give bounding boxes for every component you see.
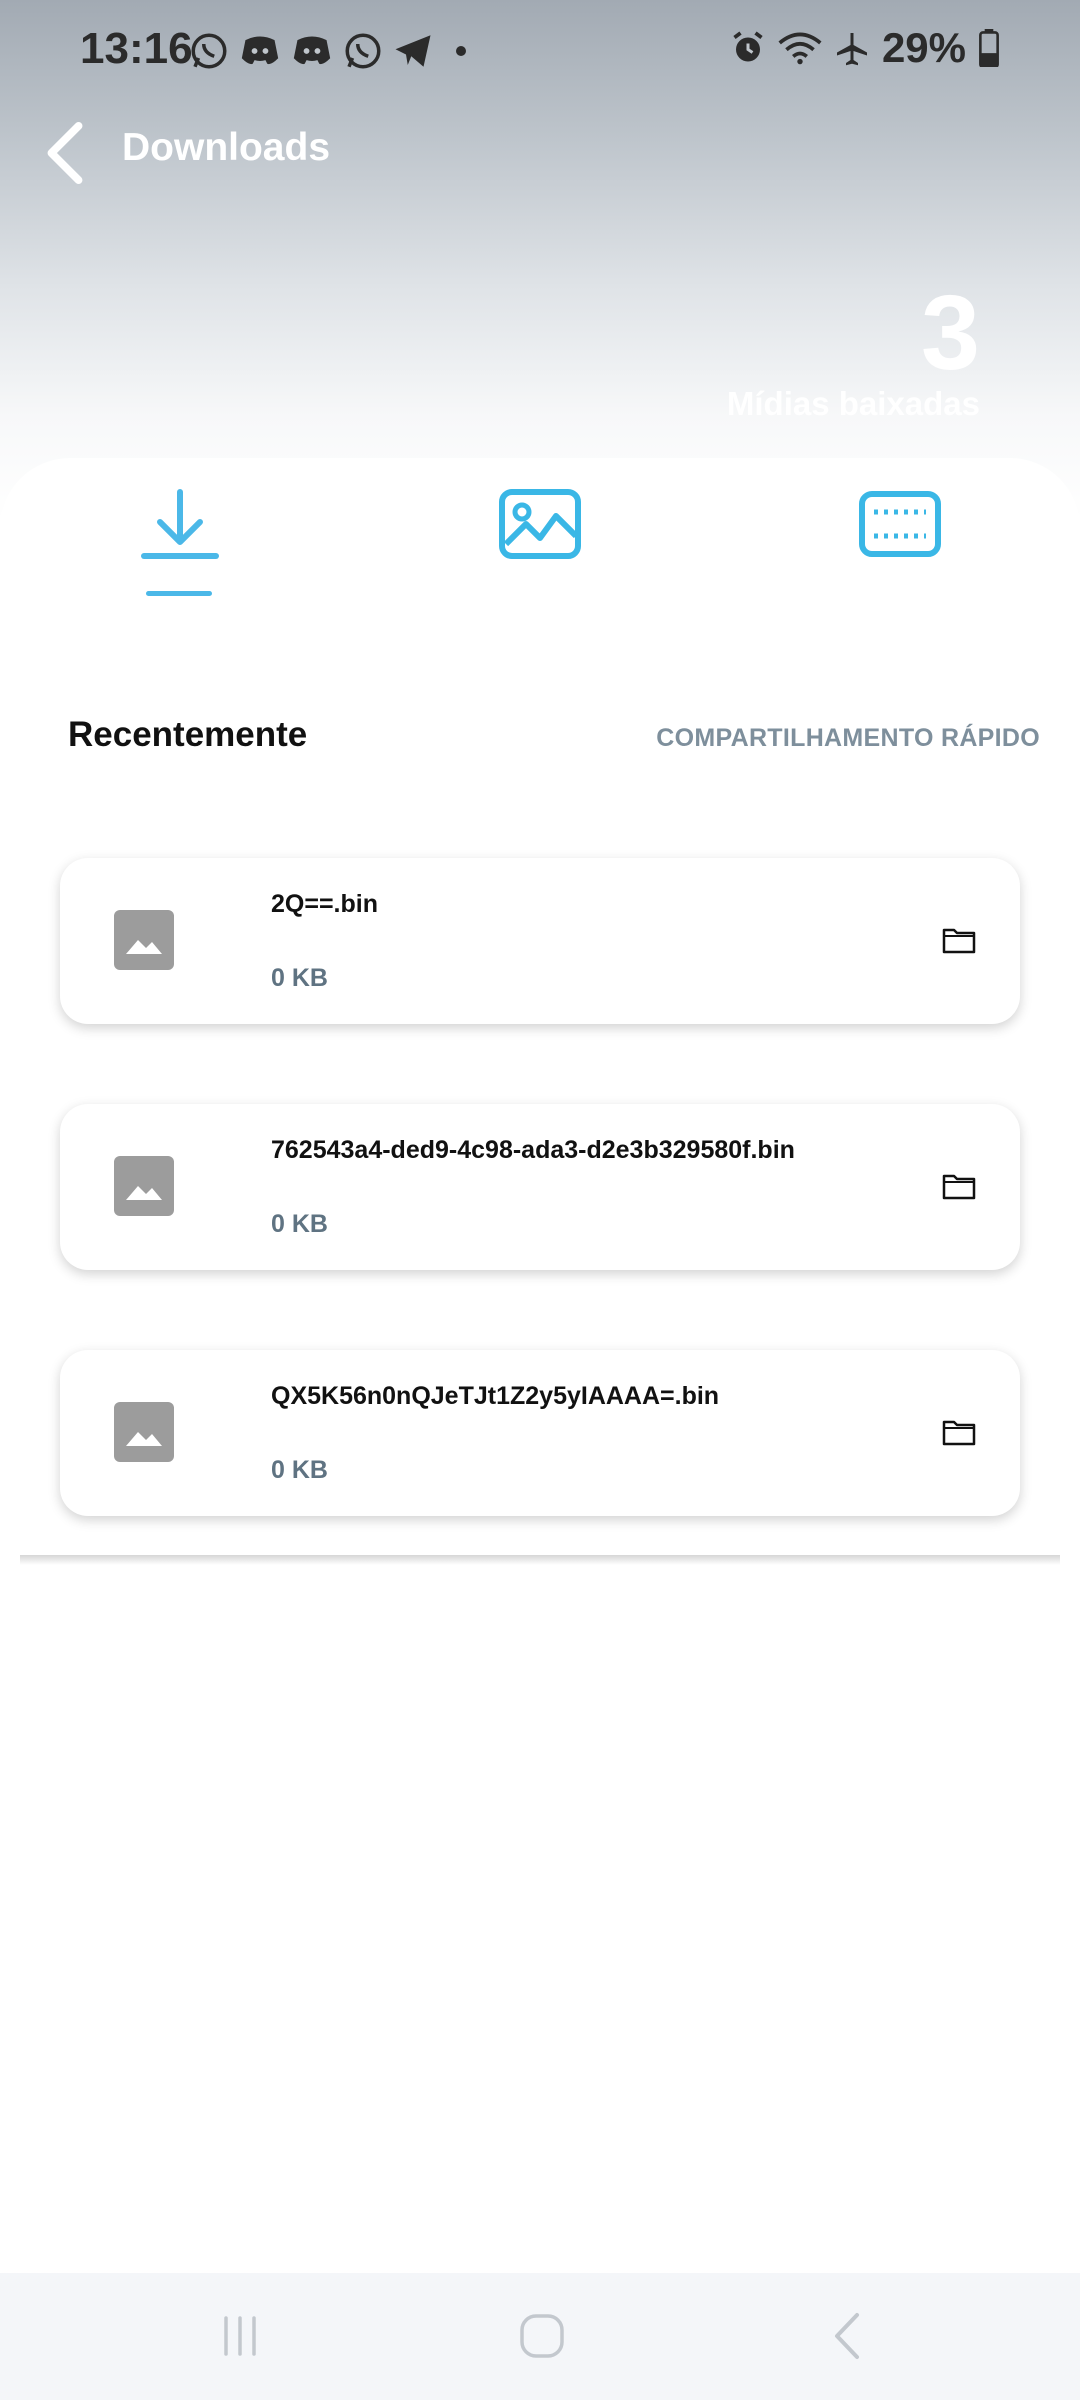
notification-icons bbox=[188, 30, 466, 72]
quick-share-button[interactable]: COMPARTILHAMENTO RÁPIDO bbox=[656, 724, 1040, 753]
open-folder-button[interactable] bbox=[936, 1166, 982, 1206]
recent-apps-icon bbox=[224, 2316, 256, 2356]
image-icon bbox=[499, 489, 581, 559]
sticker-icon bbox=[859, 491, 941, 557]
back-button[interactable] bbox=[30, 115, 100, 190]
file-card[interactable]: 762543a4-ded9-4c98-ada3-d2e3b329580f.bin… bbox=[60, 1104, 1020, 1270]
file-name: 762543a4-ded9-4c98-ada3-d2e3b329580f.bin bbox=[271, 1136, 795, 1164]
folder-icon bbox=[942, 928, 976, 954]
system-nav-bar bbox=[0, 2273, 1080, 2400]
wifi-icon bbox=[778, 32, 822, 65]
media-count-label: Mídias baixadas bbox=[726, 385, 980, 422]
folder-icon bbox=[942, 1420, 976, 1446]
file-size: 0 KB bbox=[271, 1456, 328, 1484]
download-icon bbox=[141, 489, 219, 559]
list-end-divider bbox=[20, 1555, 1060, 1565]
whatsapp-icon bbox=[345, 33, 381, 69]
image-placeholder-icon bbox=[114, 1402, 174, 1462]
discord-icon bbox=[293, 36, 331, 65]
home-button[interactable] bbox=[502, 2303, 582, 2369]
battery-percentage: 29% bbox=[881, 24, 966, 71]
tab-selected-indicator bbox=[146, 591, 212, 596]
whatsapp-icon bbox=[191, 33, 227, 69]
system-back-button[interactable] bbox=[806, 2303, 886, 2369]
telegram-icon bbox=[395, 35, 431, 67]
image-placeholder-icon bbox=[114, 910, 174, 970]
tab-stickers[interactable] bbox=[830, 488, 970, 608]
page-title: Downloads bbox=[122, 126, 331, 169]
content-panel: Recentemente COMPARTILHAMENTO RÁPIDO 2Q=… bbox=[0, 458, 1080, 2273]
file-name: 2Q==.bin bbox=[271, 890, 378, 918]
tab-images[interactable] bbox=[470, 488, 610, 608]
downloads-screen: 13:16 29% Downloads 3 Mídias baixadas Re… bbox=[0, 0, 1080, 2400]
media-tabs bbox=[0, 458, 1080, 628]
open-folder-button[interactable] bbox=[936, 1412, 982, 1452]
file-size: 0 KB bbox=[271, 964, 328, 992]
file-list: 2Q==.bin 0 KB 762543a4-ded9-4c98-ada3-d2… bbox=[60, 858, 1020, 1596]
file-card[interactable]: 2Q==.bin 0 KB bbox=[60, 858, 1020, 1024]
system-icons: 29% bbox=[730, 24, 1000, 72]
discord-icon bbox=[241, 36, 279, 65]
chevron-left-icon bbox=[47, 121, 83, 184]
file-name: QX5K56n0nQJeTJt1Z2y5yIAAAA=.bin bbox=[271, 1382, 720, 1410]
media-count: 3 bbox=[921, 274, 980, 392]
alarm-icon bbox=[733, 31, 763, 62]
airplane-mode-icon bbox=[836, 33, 867, 66]
tab-downloads[interactable] bbox=[110, 488, 250, 608]
file-card[interactable]: QX5K56n0nQJeTJt1Z2y5yIAAAA=.bin 0 KB bbox=[60, 1350, 1020, 1516]
status-bar: 13:16 29% bbox=[0, 0, 1080, 100]
status-time: 13:16 bbox=[80, 24, 193, 73]
section-title: Recentemente bbox=[68, 715, 308, 754]
back-arrow-icon bbox=[835, 2313, 859, 2359]
more-notifications-dot bbox=[456, 46, 466, 56]
folder-icon bbox=[942, 1174, 976, 1200]
home-icon bbox=[520, 2314, 564, 2358]
recent-apps-button[interactable] bbox=[200, 2303, 280, 2369]
battery-icon bbox=[979, 29, 999, 67]
file-size: 0 KB bbox=[271, 1210, 328, 1238]
open-folder-button[interactable] bbox=[936, 920, 982, 960]
image-placeholder-icon bbox=[114, 1156, 174, 1216]
